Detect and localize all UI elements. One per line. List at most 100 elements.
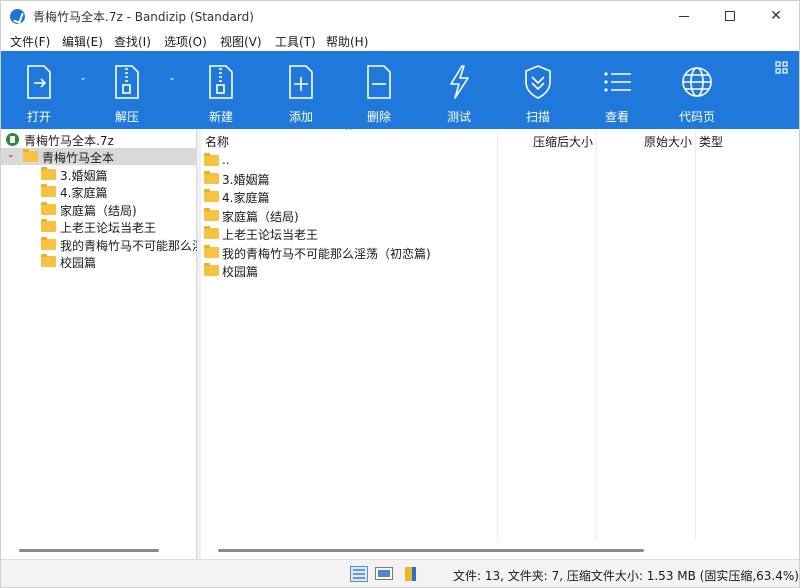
new-button[interactable]: 新建	[189, 51, 253, 129]
column-divider[interactable]	[695, 129, 696, 541]
folder-icon	[204, 189, 219, 202]
status-summary: 文件: 13, 文件夹: 7, 压缩文件大小: 1.53 MB (固实压缩,63…	[453, 569, 799, 583]
layout-grid-icon[interactable]	[775, 61, 789, 75]
list-item[interactable]: 4.家庭篇	[201, 188, 501, 206]
menu-tools[interactable]: 工具(T)	[275, 33, 316, 50]
folder-tree: 青梅竹马全本.7z ⌄ 青梅竹马全本 3.婚姻篇 4.家庭篇 家庭篇（结局) 上…	[1, 129, 197, 559]
menu-help[interactable]: 帮助(H)	[326, 33, 368, 50]
new-label: 新建	[208, 110, 233, 124]
column-type-header[interactable]: 类型	[699, 133, 723, 150]
tree-item[interactable]: 校园篇	[1, 253, 197, 270]
folder-icon	[41, 237, 56, 250]
menu-view[interactable]: 视图(V)	[220, 33, 262, 50]
list-item-name: ..	[222, 153, 230, 167]
folder-icon	[41, 167, 56, 180]
tree-item-label: 上老王论坛当老王	[60, 221, 157, 235]
minimize-button[interactable]	[661, 1, 707, 31]
folder-icon	[204, 171, 219, 184]
open-dropdown-icon[interactable]: ⌄	[78, 73, 88, 83]
folder-icon	[41, 254, 56, 267]
tree-folder-main[interactable]: ⌄ 青梅竹马全本	[1, 148, 197, 165]
column-original-header[interactable]: 原始大小	[644, 133, 692, 150]
maximize-button[interactable]	[707, 1, 753, 31]
list-item-name: 我的青梅竹马不可能那么淫荡（初恋篇)	[222, 247, 431, 261]
open-icon	[27, 65, 51, 99]
list-header: 名称 ^ 压缩后大小 原始大小 类型	[201, 127, 799, 151]
tree-root-label: 青梅竹马全本.7z	[24, 134, 114, 148]
extract-icon	[115, 65, 139, 99]
delete-button[interactable]: 删除	[347, 51, 411, 129]
folder-icon	[204, 153, 219, 166]
view-label: 查看	[604, 110, 629, 124]
folder-icon	[204, 226, 219, 239]
scan-label: 扫描	[525, 110, 550, 124]
globe-icon	[682, 67, 712, 97]
toolbar: 打开 ⌄ 解压 ⌄ 新建 添加 删除 测试 扫描 查看 代码页	[1, 51, 799, 129]
tree-item[interactable]: 家庭篇（结局)	[1, 201, 197, 218]
add-label: 添加	[288, 110, 313, 124]
test-button[interactable]: 测试	[427, 51, 491, 129]
menu-bar: 文件(F) 编辑(E) 查找(I) 选项(O) 视图(V) 工具(T) 帮助(H…	[1, 31, 799, 51]
column-divider[interactable]	[596, 129, 597, 541]
folder-icon	[41, 219, 56, 232]
tree-folder-label: 青梅竹马全本	[42, 151, 115, 165]
list-item-name: 家庭篇（结局)	[222, 210, 299, 224]
add-file-icon	[289, 65, 313, 99]
chevron-down-icon[interactable]: ⌄	[7, 150, 17, 160]
file-list: 名称 ^ 压缩后大小 原始大小 类型 .. 3.婚姻篇 4.家庭篇 家庭篇（结局…	[201, 127, 799, 559]
open-label: 打开	[26, 110, 51, 124]
extract-label: 解压	[114, 110, 139, 124]
bandizip-app-icon	[10, 9, 25, 24]
open-button[interactable]: 打开	[7, 51, 71, 129]
close-icon: ✕	[770, 8, 782, 24]
test-label: 测试	[446, 110, 471, 124]
status-bar: 文件: 13, 文件夹: 7, 压缩文件大小: 1.53 MB (固实压缩,63…	[1, 559, 799, 587]
menu-edit[interactable]: 编辑(E)	[62, 33, 103, 50]
folder-icon	[41, 184, 56, 197]
shield-icon	[525, 65, 551, 99]
add-button[interactable]: 添加	[269, 51, 333, 129]
column-compressed-header[interactable]: 压缩后大小	[533, 133, 593, 150]
list-item[interactable]: ..	[201, 152, 501, 170]
tree-item[interactable]: 4.家庭篇	[1, 183, 197, 200]
details-view-icon[interactable]	[350, 566, 368, 582]
tree-item-label: 3.婚姻篇	[60, 169, 108, 183]
menu-find[interactable]: 查找(I)	[114, 33, 151, 50]
extract-dropdown-icon[interactable]: ⌄	[167, 73, 177, 83]
folder-icon	[41, 202, 56, 215]
sort-ascending-icon: ^	[345, 127, 353, 137]
list-item[interactable]: 我的青梅竹马不可能那么淫荡（初恋篇)	[201, 244, 501, 262]
archive-info-icon[interactable]	[404, 566, 422, 582]
scan-button[interactable]: 扫描	[506, 51, 570, 129]
list-item[interactable]: 3.婚姻篇	[201, 170, 501, 188]
menu-options[interactable]: 选项(O)	[164, 33, 207, 50]
minimize-icon	[679, 16, 689, 17]
codepage-button[interactable]: 代码页	[665, 51, 729, 129]
delete-label: 删除	[366, 110, 391, 124]
extract-button[interactable]: 解压	[95, 51, 159, 129]
list-horizontal-scrollbar[interactable]	[218, 549, 644, 552]
list-item-name: 3.婚姻篇	[222, 173, 270, 187]
list-item[interactable]: 校园篇	[201, 262, 501, 280]
tree-root-archive[interactable]: 青梅竹马全本.7z	[1, 131, 197, 148]
tree-item-label: 校园篇	[60, 256, 97, 270]
list-item-name: 上老王论坛当老王	[222, 228, 319, 242]
tree-item-label: 我的青梅竹马不可能那么淫	[60, 239, 197, 253]
folder-icon	[204, 263, 219, 276]
view-button[interactable]: 查看	[585, 51, 649, 129]
list-item[interactable]: 上老王论坛当老王	[201, 225, 501, 243]
menu-file[interactable]: 文件(F)	[10, 33, 50, 50]
tree-item[interactable]: 3.婚姻篇	[1, 166, 197, 183]
thumbnail-view-icon[interactable]	[375, 566, 393, 582]
folder-icon	[204, 245, 219, 258]
list-item[interactable]: 家庭篇（结局)	[201, 207, 501, 225]
tree-item[interactable]: 上老王论坛当老王	[1, 218, 197, 235]
delete-file-icon	[367, 65, 391, 99]
tree-horizontal-scrollbar[interactable]	[19, 549, 159, 552]
tree-item[interactable]: 我的青梅竹马不可能那么淫	[1, 236, 197, 253]
close-button[interactable]: ✕	[753, 1, 799, 31]
archive-icon	[6, 133, 19, 146]
maximize-icon	[725, 11, 735, 21]
list-item-name: 4.家庭篇	[222, 191, 270, 205]
column-name-header[interactable]: 名称	[205, 133, 229, 150]
